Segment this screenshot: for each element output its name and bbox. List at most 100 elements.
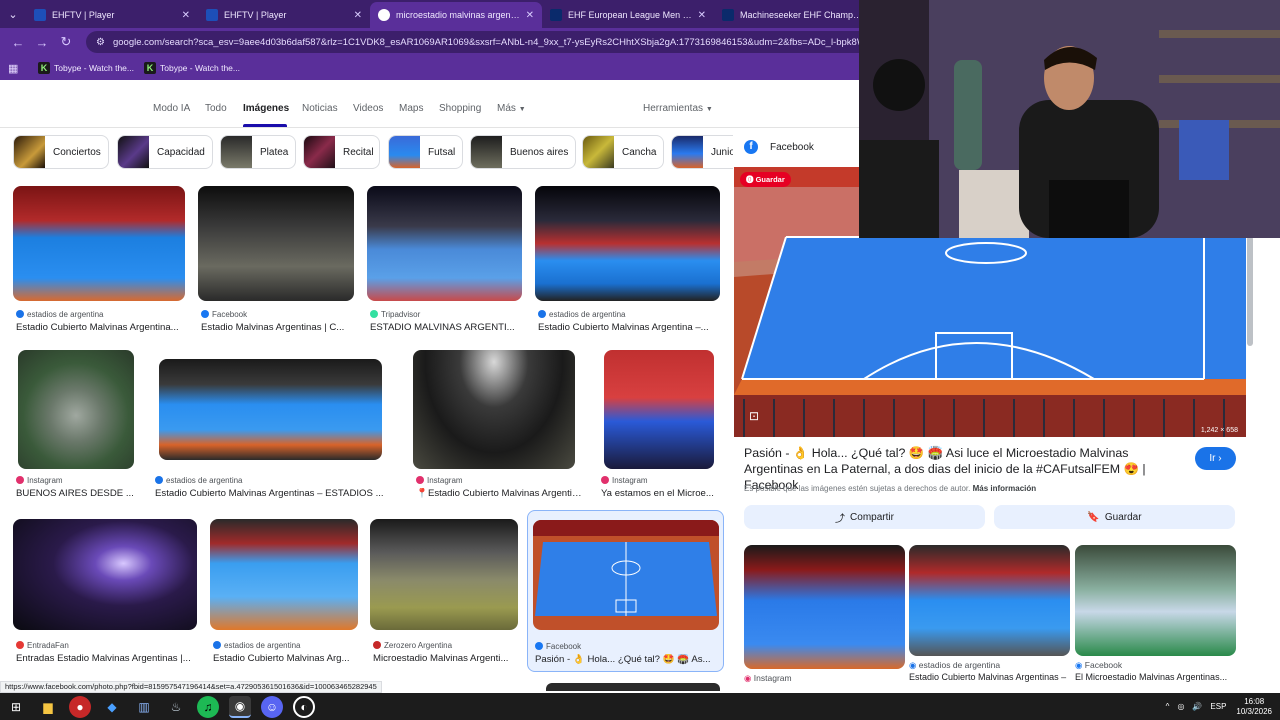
steam-icon[interactable]: ♨ — [165, 696, 187, 718]
chip-label: Cancha — [622, 146, 657, 158]
file-explorer-icon[interactable]: ▆ — [37, 696, 59, 718]
forward-icon[interactable]: → — [30, 35, 54, 50]
browser-tab-active[interactable]: microestadio malvinas argentin ✕ — [370, 2, 542, 28]
windows-start-icon[interactable]: ⊞ — [5, 696, 27, 718]
reload-icon[interactable]: ↻ — [54, 34, 78, 50]
close-tab-icon[interactable]: ✕ — [354, 10, 362, 21]
url-text: google.com/search?sca_esv=9aee4d03b6daf5… — [112, 36, 907, 48]
image-result[interactable]: estadios de argentina Estadio Cubierto M… — [152, 350, 387, 502]
chip-thumbnail — [14, 136, 45, 168]
volume-icon[interactable]: 🔊 — [1192, 702, 1202, 711]
close-tab-icon[interactable]: ✕ — [182, 10, 190, 21]
panel-scrollbar[interactable] — [1247, 236, 1253, 346]
facebook-icon: ◉ — [1075, 660, 1083, 670]
related-image[interactable] — [909, 545, 1070, 656]
panel-source[interactable]: f Facebook — [744, 140, 814, 154]
chrome-icon[interactable]: ◉ — [229, 695, 251, 718]
browser-tab[interactable]: EHFTV | Player ✕ — [198, 2, 370, 28]
chip-thumbnail — [389, 136, 420, 168]
nav-imagenes[interactable]: Imágenes — [243, 103, 289, 114]
bookmark-item[interactable]: K Tobype - Watch the... — [38, 62, 134, 74]
nav-modo-ia[interactable]: Modo IA — [153, 103, 190, 114]
copyright-notice: Es posible que las imágenes estén sujeta… — [744, 484, 1036, 493]
browser-tab[interactable]: EHF European League Men 202 ✕ — [542, 2, 714, 28]
close-tab-icon[interactable]: ✕ — [698, 10, 706, 21]
image-result[interactable]: Instagram BUENOS AIRES DESDE ... — [13, 350, 138, 502]
app-red-icon[interactable]: ● — [69, 695, 91, 718]
app-blue-icon[interactable]: ◆ — [101, 696, 123, 718]
image-result[interactable]: estadios de argentina Estadio Cubierto M… — [535, 186, 720, 336]
pinterest-save-button[interactable]: ⓿ Guardar — [740, 172, 791, 187]
chip-cancha[interactable]: Cancha — [582, 135, 664, 169]
chip-recital[interactable]: Recital — [303, 135, 380, 169]
result-thumbnail — [18, 350, 134, 469]
nav-noticias[interactable]: Noticias — [302, 103, 338, 114]
tobype-icon: K — [144, 62, 156, 74]
obs-icon[interactable]: ◐ — [293, 695, 315, 718]
chip-thumbnail — [583, 136, 614, 168]
site-info-icon[interactable]: ⚙ — [96, 37, 105, 48]
apps-grid-icon[interactable]: ▦ — [8, 62, 26, 75]
tobype-icon: K — [38, 62, 50, 74]
discord-icon[interactable]: ☺ — [261, 695, 283, 718]
chip-conciertos[interactable]: Conciertos — [13, 135, 109, 169]
image-result-selected[interactable]: Facebook Pasión - 👌 Hola... ¿Qué tal? 🤩 … — [527, 510, 724, 672]
result-title: Microestadio Malvinas Argenti... — [373, 653, 509, 664]
result-title: Ya estamos en el Microe... — [601, 488, 714, 499]
browser-tab[interactable]: EHFTV | Player ✕ — [26, 2, 198, 28]
close-tab-icon[interactable]: ✕ — [526, 10, 534, 21]
related-image[interactable] — [744, 545, 905, 669]
image-result[interactable] — [546, 683, 720, 691]
image-result[interactable]: estadios de argentina Estadio Cubierto M… — [210, 519, 358, 669]
app-terminal-icon[interactable]: ▥ — [133, 696, 155, 718]
chip-thumbnail — [304, 136, 335, 168]
nav-videos[interactable]: Videos — [353, 103, 383, 114]
more-info-link[interactable]: Más información — [973, 484, 1037, 493]
bookmark-icon: 🔖 — [1087, 511, 1100, 523]
image-result[interactable]: EntradaFan Entradas Estadio Malvinas Arg… — [13, 519, 198, 669]
source-label: Instagram — [27, 476, 63, 485]
result-thumbnail — [367, 186, 522, 301]
result-title: Estadio Cubierto Malvinas Argentinas – E… — [155, 488, 384, 499]
network-icon[interactable]: ◎ — [1177, 702, 1184, 711]
link-status-bar: https://www.facebook.com/photo.php?fbid=… — [0, 681, 382, 693]
image-result[interactable]: estadios de argentina Estadio Cubierto M… — [13, 186, 185, 336]
image-result[interactable]: Zerozero Argentina Microestadio Malvinas… — [370, 519, 518, 669]
chip-platea[interactable]: Platea — [220, 135, 296, 169]
image-result[interactable]: Instagram 📍Estadio Cubierto Malvinas Arg… — [413, 350, 583, 502]
nav-shopping[interactable]: Shopping — [439, 103, 481, 114]
visit-button[interactable]: Ir › — [1195, 447, 1236, 470]
google-favicon-icon — [378, 9, 390, 21]
chip-label: Futsal — [428, 146, 456, 158]
nav-herramientas[interactable]: Herramientas ▼ — [643, 103, 713, 114]
nav-todo[interactable]: Todo — [205, 103, 227, 114]
result-source: estadios de argentina — [16, 310, 104, 319]
chip-futsal[interactable]: Futsal — [388, 135, 463, 169]
source-label: estadios de argentina — [27, 310, 104, 319]
source-label: estadios de argentina — [166, 476, 243, 485]
image-result[interactable]: Instagram Ya estamos en el Microe... — [598, 350, 720, 502]
share-button[interactable]: ⤴ Compartir — [744, 505, 985, 529]
spotify-icon[interactable]: ♫ — [197, 695, 219, 718]
chip-buenos-aires[interactable]: Buenos aires — [470, 135, 576, 169]
chip-label: Buenos aires — [510, 146, 569, 158]
result-thumbnail — [159, 359, 382, 460]
tray-overflow-icon[interactable]: ^ — [1166, 702, 1170, 711]
tab-search-icon[interactable]: ⌄ — [0, 0, 26, 28]
chip-capacidad[interactable]: Capacidad — [117, 135, 213, 169]
source-favicon-icon — [213, 641, 221, 649]
back-icon[interactable]: ← — [6, 35, 30, 50]
source-favicon-icon — [373, 641, 381, 649]
nav-maps[interactable]: Maps — [399, 103, 423, 114]
image-result[interactable]: Tripadvisor ESTADIO MALVINAS ARGENTI... — [367, 186, 522, 336]
clock[interactable]: 16:08 10/3/2026 — [1236, 697, 1272, 717]
nav-mas[interactable]: Más ▼ — [497, 103, 526, 114]
related-image[interactable] — [1075, 545, 1236, 656]
chip-junio[interactable]: Junio — [671, 135, 733, 169]
save-button[interactable]: 🔖 Guardar — [994, 505, 1235, 529]
lens-icon[interactable]: ⊡ — [749, 409, 759, 423]
image-result[interactable]: Facebook Estadio Malvinas Argentinas | C… — [198, 186, 354, 336]
language-indicator[interactable]: ESP — [1210, 702, 1226, 711]
bookmark-item[interactable]: K Tobype - Watch the... — [144, 62, 240, 74]
ehftv-favicon-icon — [34, 9, 46, 21]
